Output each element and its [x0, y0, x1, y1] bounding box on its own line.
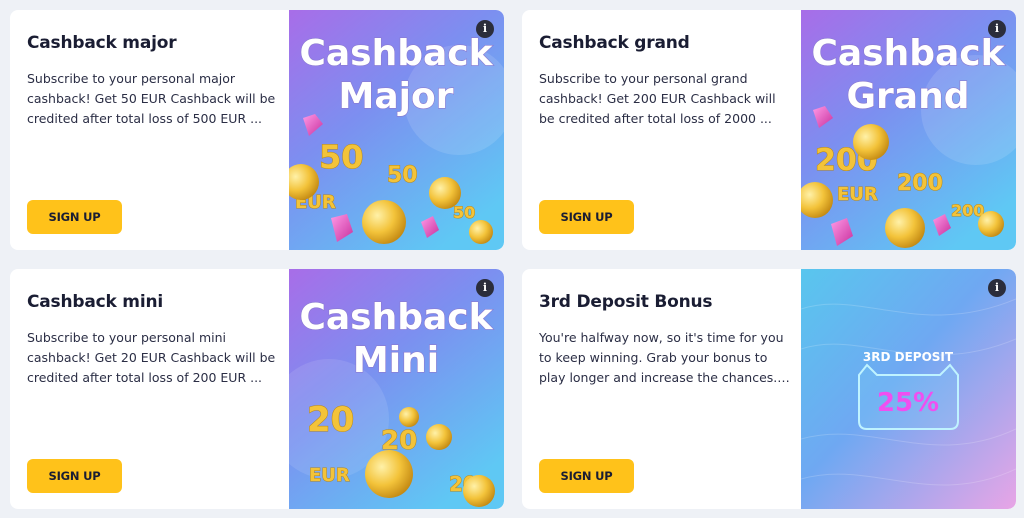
card-content: Cashback grand Subscribe to your persona… — [539, 32, 795, 129]
card-description: Subscribe to your personal major cashbac… — [27, 71, 276, 126]
card-content: Cashback mini Subscribe to your personal… — [27, 291, 283, 388]
banner-line1: Cashback — [299, 297, 493, 338]
card-description: Subscribe to your personal grand cashbac… — [539, 71, 776, 126]
banner-amount-small: 200 — [897, 171, 943, 196]
promo-banner-image: Cashback Grand 200 200 200 EUR — [801, 10, 1016, 250]
info-icon[interactable]: i — [476, 20, 494, 38]
card-content: 3rd Deposit Bonus You're halfway now, so… — [539, 291, 795, 388]
promo-banner-image: 3RD DEPOSIT 25% — [801, 269, 1016, 509]
sign-up-button[interactable]: SIGN UP — [539, 200, 634, 234]
card-title: Cashback major — [27, 33, 177, 53]
banner-amount-tiny: 50 — [453, 203, 475, 222]
info-icon[interactable]: i — [988, 20, 1006, 38]
card-title: 3rd Deposit Bonus — [539, 292, 713, 312]
banner-currency: EUR — [837, 184, 878, 205]
banner-line2: Major — [339, 76, 454, 117]
banner-amount-tiny: 200 — [951, 201, 984, 220]
promo-banner-image: Cashback Major 50 50 50 EUR — [289, 10, 504, 250]
card-description: Subscribe to your personal mini cashback… — [27, 330, 276, 385]
sign-up-button[interactable]: SIGN UP — [27, 200, 122, 234]
info-icon[interactable]: i — [476, 279, 494, 297]
promo-card-cashback-grand: Cashback grand Subscribe to your persona… — [522, 10, 1016, 250]
banner-line1: Cashback — [299, 33, 493, 74]
promo-card-cashback-mini: Cashback mini Subscribe to your personal… — [10, 269, 504, 509]
banner-line2: Grand — [847, 76, 970, 117]
sign-up-button[interactable]: SIGN UP — [27, 459, 122, 493]
promo-banner-image: Cashback Mini 20 20 20 EUR — [289, 269, 504, 509]
info-icon[interactable]: i — [988, 279, 1006, 297]
deposit-percent: 25% — [877, 388, 939, 418]
banner-amount-small: 50 — [387, 163, 418, 188]
card-title: Cashback mini — [27, 292, 163, 312]
promo-card-3rd-deposit-bonus: 3rd Deposit Bonus You're halfway now, so… — [522, 269, 1016, 509]
banner-amount: 50 — [319, 138, 364, 176]
banner-line2: Mini — [353, 340, 439, 381]
card-content: Cashback major Subscribe to your persona… — [27, 32, 283, 129]
deposit-label: 3RD DEPOSIT — [863, 350, 954, 364]
banner-currency: EUR — [309, 465, 350, 486]
card-description: You're halfway now, so it's time for you… — [539, 330, 784, 385]
promo-card-cashback-major: Cashback major Subscribe to your persona… — [10, 10, 504, 250]
banner-amount: 20 — [307, 400, 354, 440]
card-title: Cashback grand — [539, 33, 690, 53]
banner-line1: Cashback — [811, 33, 1005, 74]
sign-up-button[interactable]: SIGN UP — [539, 459, 634, 493]
